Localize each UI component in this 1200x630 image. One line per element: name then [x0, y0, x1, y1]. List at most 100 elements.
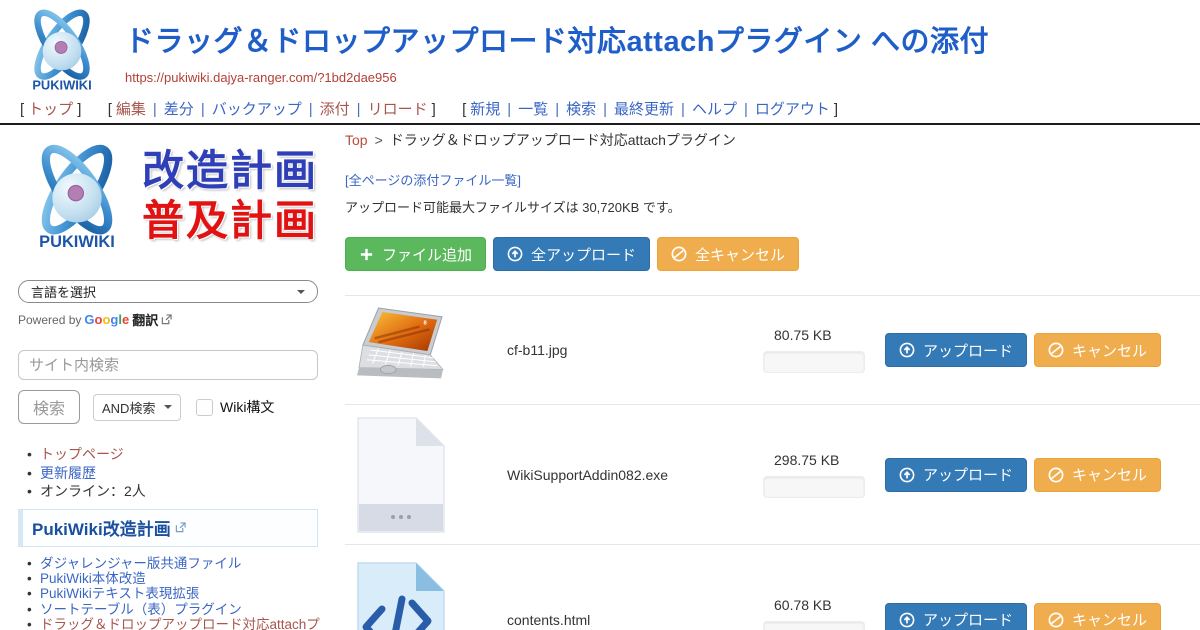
add-file-button[interactable]: ファイル追加 [345, 237, 486, 271]
upload-all-button[interactable]: 全アップロード [493, 237, 650, 271]
file-meta: 80.75 KB [759, 327, 871, 373]
sidebar-logo[interactable]: PUKIWIKI 改造計画 普及計画 [18, 138, 330, 272]
site-search-input[interactable] [18, 350, 318, 380]
generic-file-icon [350, 416, 450, 534]
nav-link-help[interactable]: ヘルプ [692, 101, 737, 118]
search-mode-select[interactable]: AND検索 [93, 394, 181, 421]
sidebar-heading-pukiwiki-kaizou[interactable]: PukiWiki改造計画 [18, 509, 318, 547]
file-size: 298.75 KB [774, 452, 871, 468]
list-item: PukiWikiテキスト表現拡張 [40, 586, 330, 601]
list-item: PukiWiki本体改造 [40, 571, 330, 586]
laptop-photo-thumbnail: 8 [351, 307, 449, 393]
upload-button[interactable]: アップロード [885, 458, 1027, 492]
list-item: トップページ [40, 445, 330, 464]
upload-button[interactable]: アップロード [885, 603, 1027, 630]
sidebar-link-update-history[interactable]: 更新履歴 [40, 465, 96, 481]
external-link-icon [161, 314, 172, 325]
nav-link-search[interactable]: 検索 [566, 101, 596, 118]
sidebar-link-common-files[interactable]: ダジャレンジャー版共通ファイル [40, 556, 241, 571]
upload-progress-bar [763, 476, 865, 498]
file-name: cf-b11.jpg [507, 342, 759, 358]
bracket: ] [77, 101, 81, 118]
sidebar-link-top-page[interactable]: トップページ [40, 446, 124, 462]
breadcrumb-separator: > [375, 132, 383, 148]
file-row: contents.html 60.78 KB アップロード [345, 544, 1200, 630]
pukiwiki-logo[interactable]: PUKIWIKI [16, 4, 108, 100]
nav-link-logout[interactable]: ログアウト [755, 101, 830, 118]
wiki-syntax-checkbox[interactable] [196, 399, 213, 416]
top-navigation: [トップ] [編集|差分|バックアップ|添付|リロード] [新規|一覧|検索|最… [16, 98, 842, 119]
ban-circle-icon [1048, 467, 1064, 483]
sidebar-logo-line1: 改造計画 [142, 146, 318, 196]
file-name: WikiSupportAddin082.exe [507, 467, 759, 483]
breadcrumb: Top>ドラッグ＆ドロップアップロード対応attachプラグイン [345, 130, 1200, 150]
file-row: 8 cf-b11.jpg 80.75 KB [345, 295, 1200, 404]
search-controls: 検索 AND検索 Wiki構文 [18, 390, 330, 424]
file-row-actions: アップロード キャンセル [885, 603, 1161, 630]
header-divider [0, 123, 1200, 125]
max-upload-size-text: アップロード可能最大ファイルサイズは 30,720KB です。 [345, 197, 1200, 216]
nav-link-backup[interactable]: バックアップ [212, 101, 302, 118]
google-logo: Google [84, 312, 129, 327]
ban-circle-icon [1048, 342, 1064, 358]
search-button[interactable]: 検索 [18, 390, 80, 424]
cancel-button[interactable]: キャンセル [1034, 603, 1161, 630]
bracket: [ [462, 101, 466, 118]
nav-link-list[interactable]: 一覧 [518, 101, 548, 118]
language-select-value: 言語を選択 [31, 282, 96, 301]
sidebar-link-sort-table[interactable]: ソートテーブル（表）プラグイン [40, 602, 242, 617]
wiki-syntax-label[interactable]: Wiki構文 [220, 397, 274, 417]
circle-up-arrow-icon [899, 342, 915, 358]
sidebar-link-core-mod[interactable]: PukiWiki本体改造 [40, 571, 146, 586]
bracket: [ [20, 101, 24, 118]
nav-link-diff[interactable]: 差分 [164, 101, 194, 118]
chevron-down-icon [297, 290, 305, 298]
list-item: ドラッグ＆ドロップアップロード対応attachプラグイン [40, 617, 330, 630]
bracket: ] [834, 101, 838, 118]
online-count: オンライン：2人 [40, 483, 146, 499]
cancel-button[interactable]: キャンセル [1034, 333, 1161, 367]
file-thumbnail: 8 [345, 307, 455, 393]
plus-icon [359, 247, 374, 262]
google-translate-attribution: Powered by Google 翻訳 [18, 310, 330, 329]
upload-progress-bar [763, 621, 865, 630]
bulk-actions: ファイル追加 全アップロード 全キャンセル [345, 237, 1200, 271]
breadcrumb-home-link[interactable]: Top [345, 132, 368, 148]
atom-logo-icon: PUKIWIKI [18, 138, 136, 260]
cancel-button[interactable]: キャンセル [1034, 458, 1161, 492]
list-item: ソートテーブル（表）プラグイン [40, 602, 330, 617]
ban-circle-icon [671, 246, 687, 262]
cancel-all-button[interactable]: 全キャンセル [657, 237, 799, 271]
list-item: オンライン：2人 [40, 482, 330, 501]
nav-link-new[interactable]: 新規 [470, 101, 500, 118]
file-thumbnail [345, 416, 455, 534]
circle-up-arrow-icon [899, 467, 915, 483]
sidebar-logo-line2: 普及計画 [142, 196, 318, 246]
external-link-icon [175, 522, 186, 533]
main-content: Top>ドラッグ＆ドロップアップロード対応attachプラグイン [全ページの添… [345, 130, 1200, 630]
translate-link[interactable]: 翻訳 [132, 310, 158, 329]
file-name: contents.html [507, 612, 759, 628]
upload-button[interactable]: アップロード [885, 333, 1027, 367]
bracket: [ [108, 101, 112, 118]
nav-link-recent[interactable]: 最終更新 [614, 101, 674, 118]
html-file-icon [350, 561, 450, 630]
nav-link-edit[interactable]: 編集 [116, 101, 146, 118]
list-item: ダジャレンジャー版共通ファイル [40, 556, 330, 571]
sidebar-link-text-extension[interactable]: PukiWikiテキスト表現拡張 [40, 586, 199, 601]
pukiwiki-attach-page: PUKIWIKI ドラッグ＆ドロップアップロード対応attachプラグイン への… [0, 0, 1200, 630]
file-size: 80.75 KB [774, 327, 871, 343]
nav-link-top[interactable]: トップ [28, 101, 73, 118]
upload-progress-bar [763, 351, 865, 373]
nav-link-reload[interactable]: リロード [368, 101, 428, 118]
ban-circle-icon [1048, 612, 1064, 628]
all-attachments-link[interactable]: [全ページの添付ファイル一覧] [345, 170, 521, 189]
sidebar-link-dragdrop-attach[interactable]: ドラッグ＆ドロップアップロード対応attachプラグイン [40, 617, 320, 630]
sidebar-quick-links: トップページ 更新履歴 オンライン：2人 [18, 445, 330, 501]
language-select[interactable]: 言語を選択 [18, 280, 318, 303]
list-item: 更新履歴 [40, 464, 330, 483]
nav-link-attach[interactable]: 添付 [320, 101, 350, 118]
upload-file-list: 8 cf-b11.jpg 80.75 KB [345, 295, 1200, 630]
file-row-actions: アップロード キャンセル [885, 458, 1161, 492]
circle-up-arrow-icon [899, 612, 915, 628]
